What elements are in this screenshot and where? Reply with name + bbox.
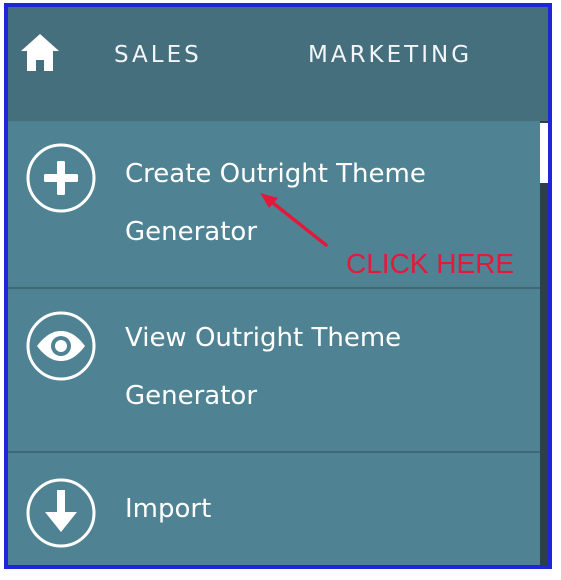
menu-item-label: Import — [125, 494, 212, 524]
scrollbar-thumb[interactable] — [540, 123, 548, 183]
plus-circle-icon — [24, 141, 98, 215]
home-icon[interactable] — [16, 29, 64, 77]
click-here-annotation: CLICK HERE — [346, 248, 515, 279]
menu-item-label: View Outright Theme Generator — [125, 323, 402, 411]
menu-item-import[interactable]: Import — [8, 453, 548, 565]
nav-sales[interactable]: SALES — [114, 41, 202, 69]
menu-scrollbar[interactable] — [540, 121, 548, 565]
top-navigation-bar: SALES MARKETING — [8, 7, 548, 121]
download-circle-icon — [24, 476, 98, 550]
eye-circle-icon — [24, 309, 98, 383]
screenshot-frame: SALES MARKETING Create Outright Theme Ge… — [4, 3, 552, 569]
menu-item-view-outright-theme-generator[interactable]: View Outright Theme Generator — [8, 289, 548, 453]
red-arrow-icon — [260, 193, 328, 247]
nav-marketing[interactable]: MARKETING — [308, 41, 472, 69]
